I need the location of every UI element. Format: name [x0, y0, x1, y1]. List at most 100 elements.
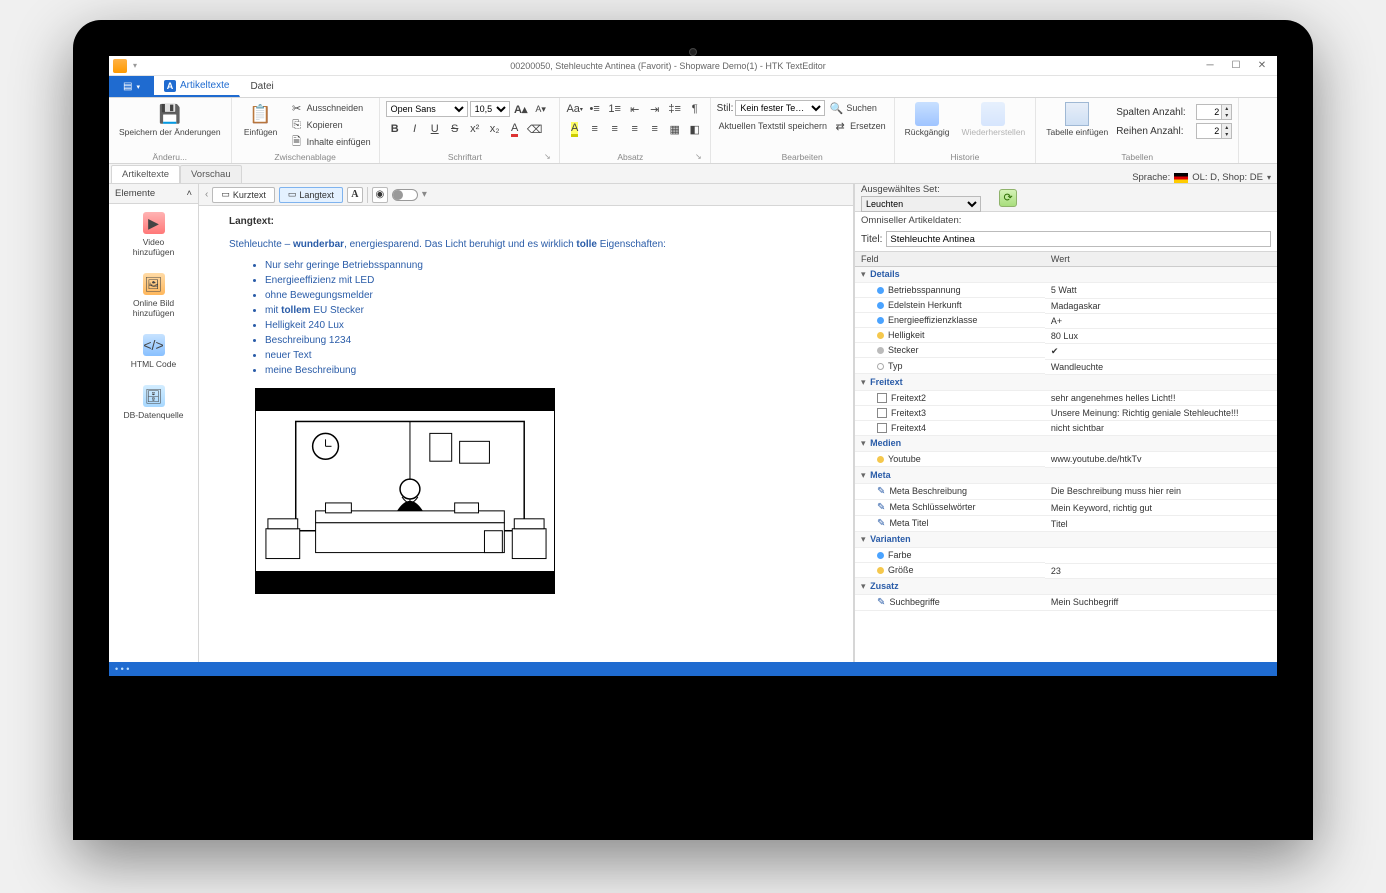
property-row[interactable]: Größe23: [855, 563, 1277, 578]
language-selector[interactable]: Sprache: OL: D, Shop: DE ▾: [1132, 172, 1277, 183]
highlight-button[interactable]: A: [566, 120, 584, 138]
file-tab[interactable]: ▤▾: [109, 76, 154, 97]
group-row[interactable]: ▾ Freitext: [855, 374, 1277, 390]
save-icon: 💾: [158, 102, 182, 126]
property-row[interactable]: Betriebsspannung5 Watt: [855, 283, 1277, 299]
columns-count-stepper[interactable]: ▴▾: [1196, 104, 1232, 120]
find-button[interactable]: 🔍Suchen: [827, 100, 879, 116]
save-changes-button[interactable]: 💾 Speichern der Änderungen: [115, 100, 225, 139]
article-title-input[interactable]: [886, 231, 1271, 247]
toggle-chevron-icon[interactable]: ▾: [422, 189, 427, 200]
nav-left-icon[interactable]: ‹: [205, 189, 208, 200]
property-grid[interactable]: Feld Wert ▾ DetailsBetriebsspannung5 Wat…: [855, 251, 1277, 662]
shading-button[interactable]: ◧: [686, 120, 704, 138]
property-row[interactable]: ✎SuchbegriffeMein Suchbegriff: [855, 594, 1277, 611]
tab-datei[interactable]: Datei: [240, 76, 284, 97]
property-row[interactable]: Edelstein HerkunftMadagaskar: [855, 298, 1277, 313]
paste-button[interactable]: 📋 Einfügen: [238, 100, 284, 139]
paste-contents-button[interactable]: 🗎Inhalte einfügen: [288, 134, 373, 150]
tab-artikeltexte[interactable]: A Artikeltexte: [154, 76, 240, 97]
sidebar-title: Elemente: [115, 188, 155, 199]
grow-font-button[interactable]: A▴: [512, 100, 530, 118]
placeholder-button[interactable]: ◉: [372, 187, 388, 203]
selected-set-dropdown[interactable]: Leuchten: [861, 196, 981, 212]
property-row[interactable]: ✎Meta SchlüsselwörterMein Keyword, richt…: [855, 500, 1277, 516]
property-row[interactable]: Farbe: [855, 548, 1277, 564]
column-header-value[interactable]: Wert: [1045, 252, 1277, 267]
insert-table-button[interactable]: Tabelle einfügen: [1042, 100, 1112, 139]
cut-button[interactable]: ✂Ausschneiden: [288, 100, 373, 116]
bullets-button[interactable]: •≡: [586, 100, 604, 118]
column-header-field[interactable]: Feld: [855, 252, 1045, 267]
align-right-button[interactable]: ≡: [626, 120, 644, 138]
copy-button[interactable]: ⎘Kopieren: [288, 117, 373, 133]
image-icon: 🖼: [143, 273, 165, 295]
line-spacing-button[interactable]: ‡≡: [666, 100, 684, 118]
sidebar-item-html-code[interactable]: </> HTML Code: [109, 326, 198, 377]
undo-button[interactable]: Rückgängig: [901, 100, 954, 139]
strikethrough-button[interactable]: S: [446, 120, 464, 138]
laptop-frame: ▾ 00200050, Stehleuchte Antinea (Favorit…: [73, 20, 1313, 840]
replace-button[interactable]: ⇄Ersetzen: [831, 118, 888, 134]
property-row[interactable]: Helligkeit80 Lux: [855, 328, 1277, 343]
save-current-style-button[interactable]: Aktuellen Textstil speichern: [717, 120, 829, 132]
tab-vorschau[interactable]: Vorschau: [180, 165, 242, 183]
ribbon-group-history: Rückgängig Wiederherstellen Historie: [895, 98, 1037, 163]
property-row[interactable]: Freitext4nicht sichtbar: [855, 421, 1277, 436]
group-row[interactable]: ▾ Meta: [855, 467, 1277, 483]
clear-format-button[interactable]: ⌫: [526, 120, 544, 138]
group-row[interactable]: ▾ Zusatz: [855, 578, 1277, 594]
collapse-icon[interactable]: ˄: [186, 188, 192, 199]
font-dialog-launcher[interactable]: ↘: [544, 152, 553, 163]
sidebar-item-online-image[interactable]: 🖼 Online Bild hinzufügen: [109, 265, 198, 326]
case-button[interactable]: Aa▾: [566, 100, 584, 118]
font-view-button[interactable]: A: [347, 187, 363, 203]
indent-button[interactable]: ⇥: [646, 100, 664, 118]
property-row[interactable]: Stecker✔: [855, 343, 1277, 359]
langtext-view-button[interactable]: ▭Langtext: [279, 187, 343, 203]
tab-artikeltexte-doc[interactable]: Artikeltexte: [111, 165, 180, 183]
font-size-select[interactable]: 10,5: [470, 101, 510, 117]
justify-button[interactable]: ≡: [646, 120, 664, 138]
subscript-button[interactable]: x₂: [486, 120, 504, 138]
underline-button[interactable]: U: [426, 120, 444, 138]
font-family-select[interactable]: Open Sans: [386, 101, 468, 117]
property-row[interactable]: ✎Meta BeschreibungDie Beschreibung muss …: [855, 483, 1277, 500]
minimize-button[interactable]: ─: [1199, 59, 1221, 73]
editor-content[interactable]: Langtext: Stehleuchte – wunderbar, energ…: [199, 206, 853, 662]
pilcrow-button[interactable]: ¶: [686, 100, 704, 118]
property-row[interactable]: Freitext2sehr angenehmes helles Licht!!: [855, 390, 1277, 406]
align-center-button[interactable]: ≡: [606, 120, 624, 138]
font-color-button[interactable]: A: [506, 120, 524, 138]
bold-button[interactable]: B: [386, 120, 404, 138]
kurztext-view-button[interactable]: ▭Kurztext: [212, 187, 275, 203]
group-row[interactable]: ▾ Varianten: [855, 532, 1277, 548]
property-row[interactable]: ✎Meta TitelTitel: [855, 516, 1277, 532]
numbering-button[interactable]: 1≡: [606, 100, 624, 118]
view-toggle[interactable]: [392, 189, 418, 201]
text-style-select[interactable]: Kein fester Te…: [735, 100, 825, 116]
quick-caret-icon[interactable]: ▾: [133, 61, 137, 70]
ribbon-group-clipboard: 📋 Einfügen ✂Ausschneiden ⎘Kopieren 🗎Inha…: [232, 98, 380, 163]
property-row[interactable]: Youtubewww.youtube.de/htkTv: [855, 452, 1277, 468]
maximize-button[interactable]: ☐: [1225, 59, 1247, 73]
italic-button[interactable]: I: [406, 120, 424, 138]
rows-count-stepper[interactable]: ▴▾: [1196, 123, 1232, 139]
sidebar-item-db-source[interactable]: 🗄 DB-Datenquelle: [109, 377, 198, 428]
outdent-button[interactable]: ⇤: [626, 100, 644, 118]
redo-button[interactable]: Wiederherstellen: [958, 100, 1030, 139]
group-row[interactable]: ▾ Details: [855, 267, 1277, 283]
list-item: Helligkeit 240 Lux: [265, 318, 823, 333]
align-left-button[interactable]: ≡: [586, 120, 604, 138]
paragraph-dialog-launcher[interactable]: ↘: [695, 152, 704, 163]
shrink-font-button[interactable]: A▾: [532, 100, 550, 118]
property-row[interactable]: Freitext3Unsere Meinung: Richtig geniale…: [855, 406, 1277, 421]
property-row[interactable]: TypWandleuchte: [855, 359, 1277, 374]
close-button[interactable]: ✕: [1251, 59, 1273, 73]
border-button[interactable]: ▦: [666, 120, 684, 138]
superscript-button[interactable]: x²: [466, 120, 484, 138]
group-row[interactable]: ▾ Medien: [855, 436, 1277, 452]
property-row[interactable]: EnergieeffizienzklasseA+: [855, 313, 1277, 328]
refresh-button[interactable]: ⟳: [999, 189, 1017, 207]
sidebar-item-video[interactable]: ▶ Video hinzufügen: [109, 204, 198, 265]
